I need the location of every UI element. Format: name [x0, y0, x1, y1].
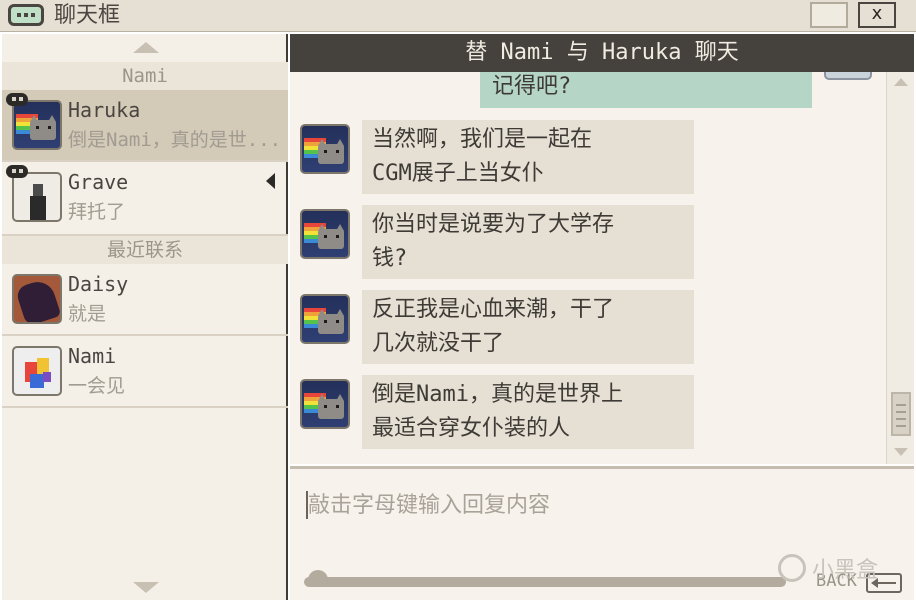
message-bubble: 你当时是说要为了大学存 钱?	[362, 205, 694, 279]
message-line: 当然啊，我们是一起在	[372, 127, 593, 152]
playing-indicator-icon	[266, 173, 275, 189]
contact-preview: 一会见	[68, 375, 126, 397]
watermark-text: 小黑盒	[812, 558, 879, 583]
close-button[interactable]: x	[858, 2, 896, 28]
message-line: 几次就没干了	[372, 331, 505, 356]
color-blocks-avatar	[12, 346, 62, 396]
contact-name: Grave	[68, 170, 129, 194]
own-avatar	[824, 72, 872, 80]
contact-preview: 倒是Nami，真的是世...	[68, 129, 282, 151]
contact-name: Nami	[68, 344, 117, 368]
recent-contacts-header: 最近联系	[2, 236, 288, 264]
scroll-down-arrow-icon[interactable]	[133, 582, 159, 593]
window-title: 聊天框	[54, 3, 121, 28]
message-line: CGM展子上当女仆	[372, 161, 544, 186]
scroll-up-arrow-icon[interactable]	[133, 42, 159, 53]
message-line: 你当时是说要为了大学存	[372, 212, 615, 237]
contact-item-haruka[interactable]: Haruka 倒是Nami，真的是世...	[2, 90, 288, 162]
message-line: 倒是Nami，真的是世界上	[372, 382, 623, 407]
current-group-header: Nami	[2, 62, 288, 90]
contact-preview: 拜托了	[68, 201, 126, 223]
contact-sidebar: Nami Haruka 倒是Nami，真的是世... Grave 拜托了 最近联…	[2, 34, 288, 600]
nyan-cat-avatar	[300, 379, 350, 429]
contact-name: Haruka	[68, 98, 141, 122]
scroll-down-arrow-icon[interactable]	[894, 448, 908, 456]
contact-item-grave[interactable]: Grave 拜托了	[2, 162, 288, 236]
chat-bubble-icon	[8, 4, 44, 26]
reply-input[interactable]	[308, 487, 888, 523]
mood-face-icon	[6, 93, 28, 106]
message-bubble: 当然啊，我们是一起在 CGM展子上当女仆	[362, 120, 694, 194]
nyan-cat-avatar	[300, 124, 350, 174]
contact-item-nami[interactable]: Nami 一会见	[2, 336, 288, 408]
message-list: 记得吧? 当然啊，我们是一起在 CGM展子上当女仆 你当时是说要为了大学存 钱?	[290, 72, 886, 464]
contact-name: Daisy	[68, 272, 129, 296]
nyan-cat-avatar	[300, 294, 350, 344]
dark-hair-girl-avatar	[12, 274, 62, 324]
message-bubble: 反正我是心血来潮，干了 几次就没干了	[362, 290, 694, 364]
typing-progress-bar	[304, 577, 786, 587]
chat-scrollbar[interactable]	[886, 72, 914, 464]
maximize-button[interactable]	[810, 2, 848, 28]
message-bubble: 倒是Nami，真的是世界上 最适合穿女仆装的人	[362, 375, 694, 449]
nyan-cat-avatar	[300, 209, 350, 259]
xiaoheihe-logo-icon	[778, 554, 806, 582]
scroll-up-arrow-icon[interactable]	[894, 78, 908, 86]
scrollbar-thumb[interactable]	[891, 392, 911, 436]
progress-knob	[308, 570, 328, 584]
message-line: 反正我是心血来潮，干了	[372, 297, 615, 322]
contact-item-daisy[interactable]: Daisy 就是	[2, 264, 288, 336]
nyan-cat-avatar	[12, 100, 62, 150]
mood-face-icon	[6, 165, 28, 178]
title-bar: 聊天框 x	[0, 0, 916, 32]
man-in-suit-avatar	[12, 172, 62, 222]
message-line: 最适合穿女仆装的人	[372, 416, 571, 441]
message-line: 钱?	[372, 246, 408, 271]
outgoing-message: 记得吧?	[480, 72, 812, 108]
chat-header: 替 Nami 与 Haruka 聊天	[290, 34, 914, 72]
contact-preview: 就是	[68, 303, 107, 325]
